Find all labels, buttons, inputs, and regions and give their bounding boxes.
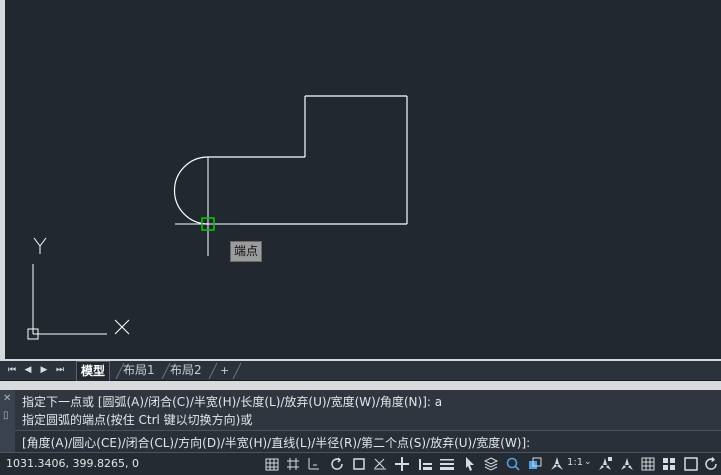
annotation-scale-icon[interactable] — [549, 456, 565, 472]
hardware-accel-icon[interactable] — [683, 456, 699, 472]
auto-scale-icon[interactable] — [619, 456, 635, 472]
polar-icon[interactable] — [329, 456, 345, 472]
command-history-line: 指定下一点或 [圆弧(A)/闭合(C)/半宽(H)/长度(L)/放弃(U)/宽度… — [22, 395, 443, 409]
selection-cycle-icon[interactable] — [462, 456, 478, 472]
osnap-icon[interactable] — [351, 456, 367, 472]
ucs-icon — [27, 237, 130, 340]
annotation-scale-value[interactable]: 1:1 — [567, 457, 583, 468]
command-line-handle[interactable]: ✕ ▯ — [0, 390, 15, 452]
workspace-icon[interactable] — [527, 456, 543, 472]
3d-osnap-icon[interactable] — [483, 456, 499, 472]
grid-icon[interactable] — [264, 456, 280, 472]
polyline-arc — [173, 156, 209, 225]
drawing-canvas[interactable]: 端点 — [5, 0, 719, 359]
ortho-icon[interactable] — [305, 456, 321, 472]
tab-separator — [232, 363, 242, 379]
drawing-svg — [27, 95, 408, 340]
autocad-window: 端点 ⏮ ◀ ▶ ⏭ 模型 布局1 布局2 + ✕ ▯ 指定下一点或 [圆弧(A… — [0, 0, 721, 475]
next-tab-icon[interactable]: ▶ — [37, 364, 51, 377]
transparency-icon[interactable] — [439, 456, 455, 472]
add-layout-button[interactable]: + — [216, 361, 233, 380]
refresh-icon[interactable] — [703, 456, 719, 472]
command-line-panel: ✕ ▯ 指定下一点或 [圆弧(A)/闭合(C)/半宽(H)/长度(L)/放弃(U… — [0, 390, 721, 453]
last-tab-icon[interactable]: ⏭ — [53, 364, 67, 377]
snap-grid-icon[interactable] — [285, 456, 301, 472]
annotate-visibility-icon[interactable] — [597, 456, 613, 472]
quick-props-icon[interactable] — [640, 456, 656, 472]
command-history-line: 指定圆弧的端点(按住 Ctrl 键以切换方向)或 — [22, 413, 253, 427]
tab-layout2[interactable]: 布局2 — [166, 361, 206, 380]
otrack-icon[interactable] — [372, 456, 388, 472]
annotation-monitor-icon[interactable] — [505, 456, 521, 472]
panel-divider[interactable] — [0, 381, 721, 390]
command-input[interactable]: [角度(A)/圆心(CE)/闭合(CL)/方向(D)/半宽(H)/直线(L)/半… — [15, 430, 721, 453]
tab-model[interactable]: 模型 — [76, 361, 111, 381]
chevron-down-icon[interactable]: ⌄ — [584, 457, 592, 467]
lineweight-icon[interactable] — [417, 456, 433, 472]
first-tab-icon[interactable]: ⏮ — [5, 364, 19, 377]
osnap-tooltip: 端点 — [230, 241, 263, 262]
dynamic-ucs-icon[interactable] — [394, 456, 410, 472]
isolate-icon[interactable] — [661, 456, 677, 472]
prev-tab-icon[interactable]: ◀ — [21, 364, 35, 377]
tab-layout1[interactable]: 布局1 — [119, 361, 159, 380]
layout-tab-bar: ⏮ ◀ ▶ ⏭ 模型 布局1 布局2 + — [0, 361, 721, 381]
command-prompt: [角度(A)/圆心(CE)/闭合(CL)/方向(D)/半宽(H)/直线(L)/半… — [22, 436, 531, 450]
customize-icon[interactable]: ▯ — [3, 410, 9, 421]
status-bar: 1031.3406, 399.8265, 0 1:1 ⌄ — [0, 452, 721, 475]
coordinate-readout[interactable]: 1031.3406, 399.8265, 0 — [6, 457, 139, 470]
close-icon[interactable]: ✕ — [3, 393, 11, 404]
